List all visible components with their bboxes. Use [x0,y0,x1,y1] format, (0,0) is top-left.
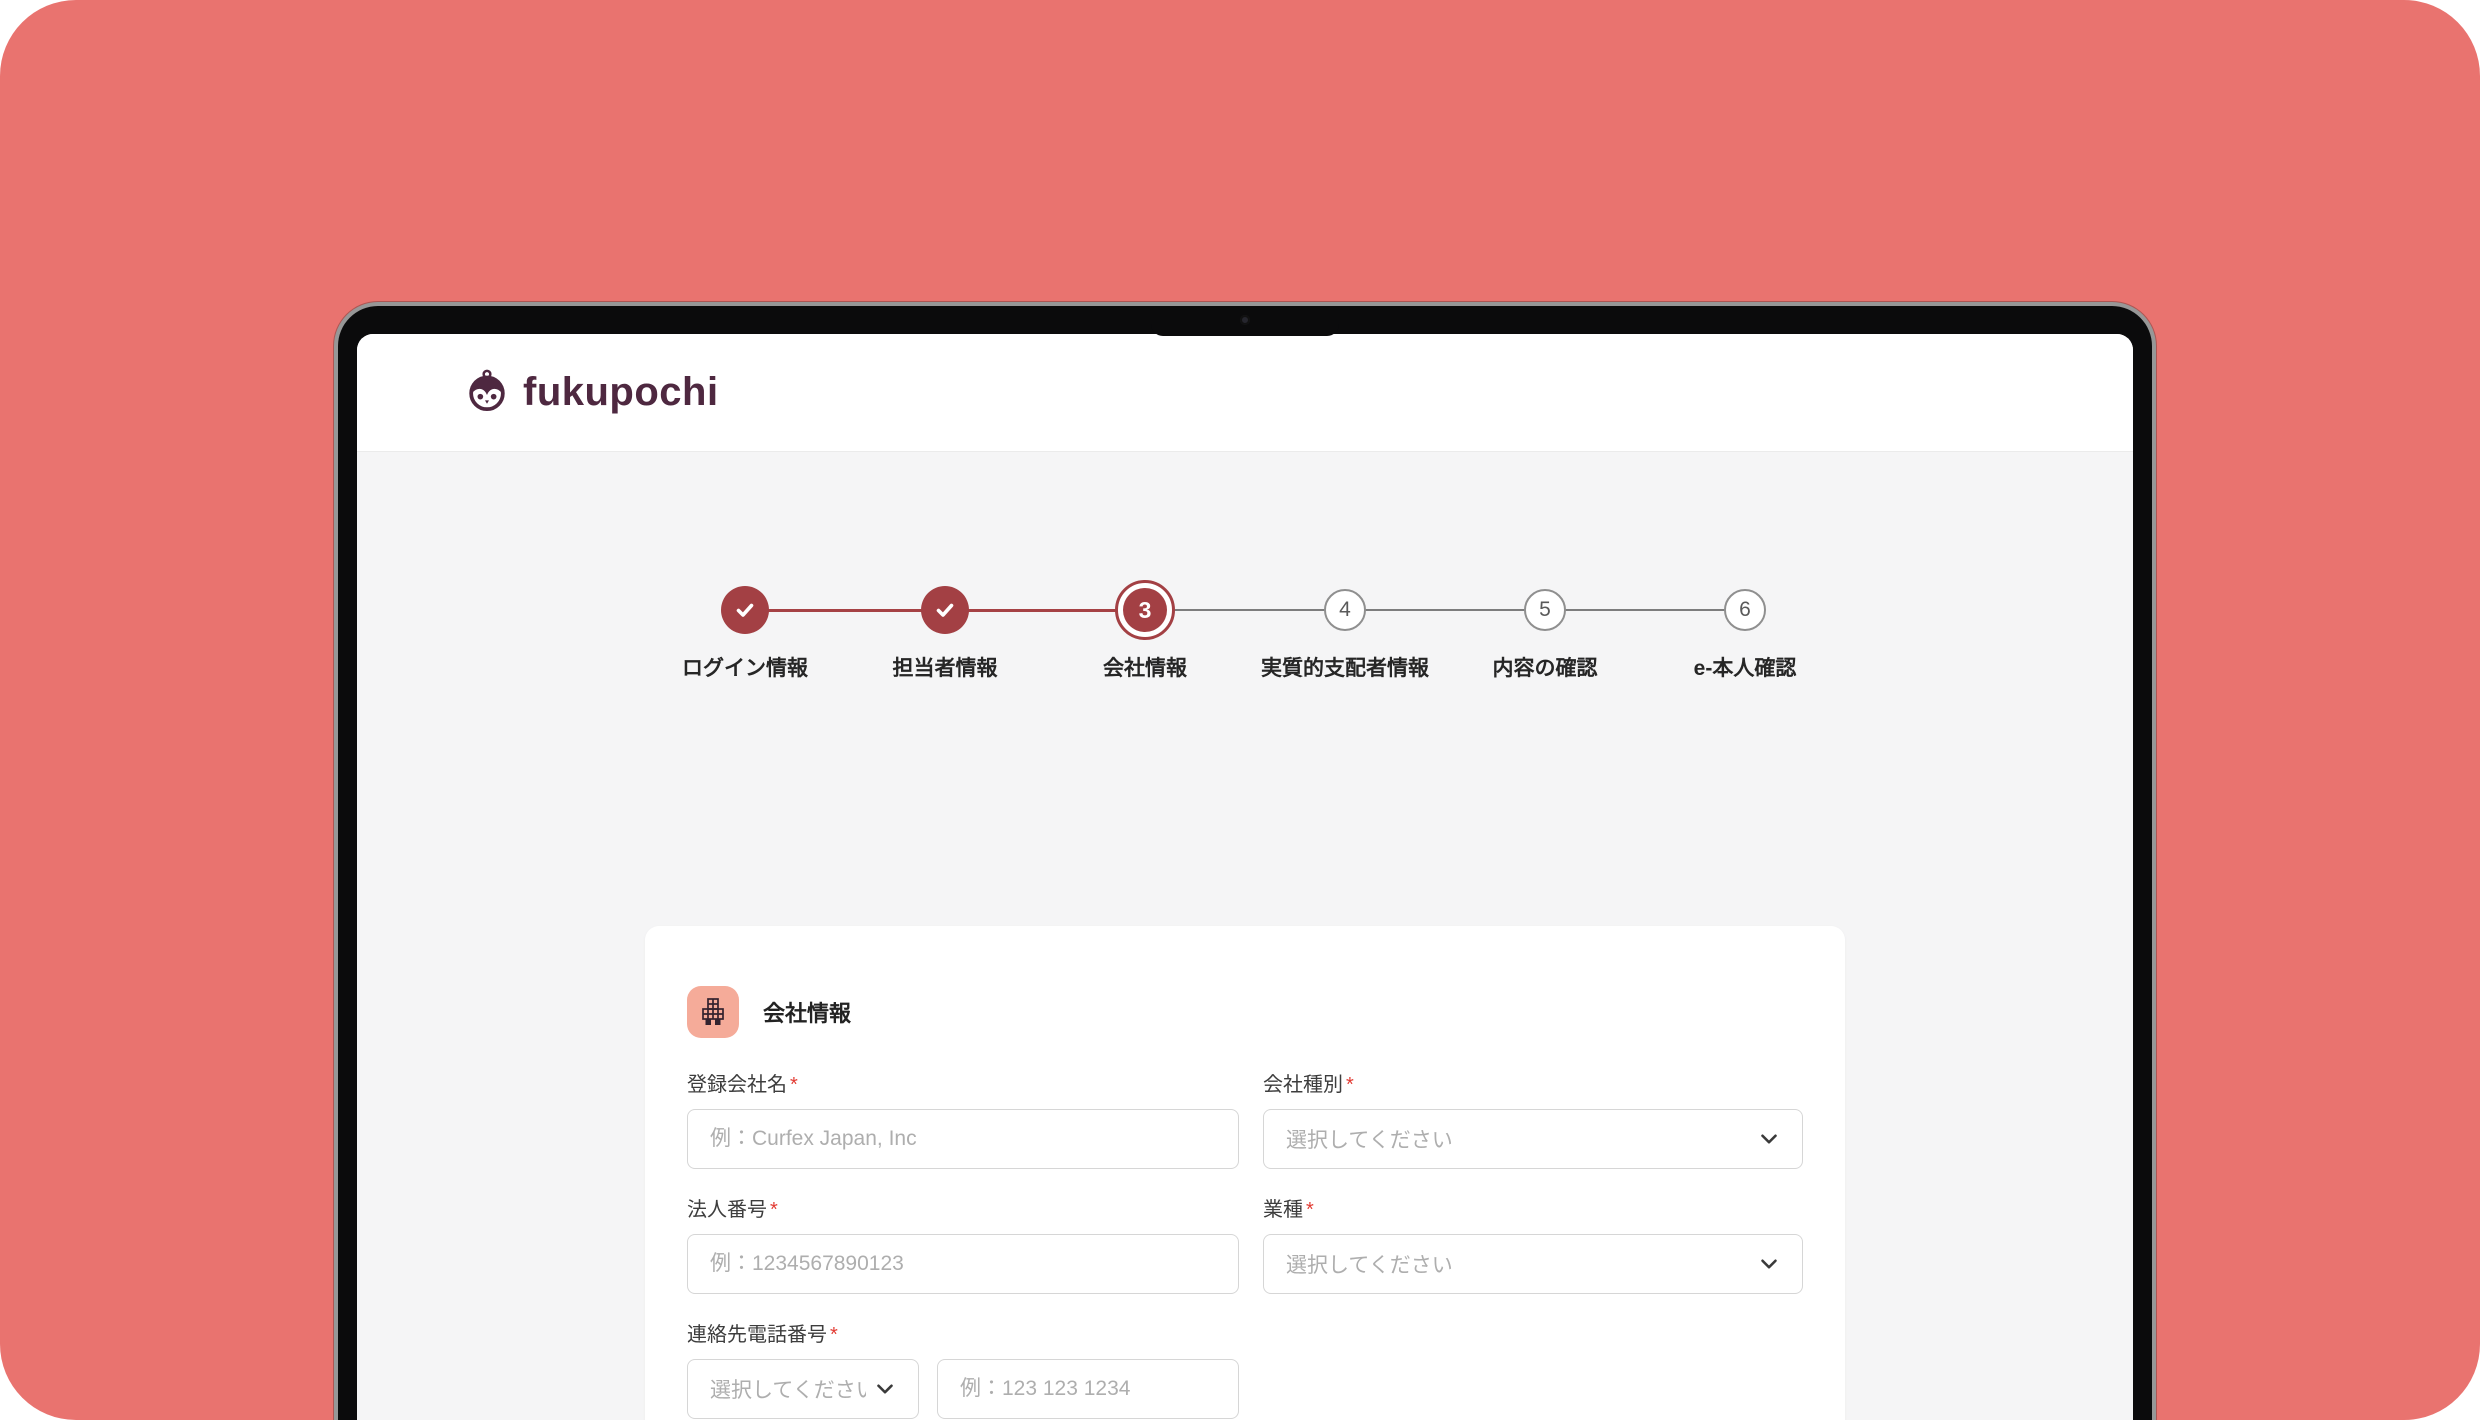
phone-label: 連絡先電話番号* [687,1318,1239,1347]
required-asterisk: * [830,1324,838,1346]
card-header: 会社情報 [687,986,1803,1038]
hero-canvas: fukupochi ログイン情報 [0,0,2480,1420]
laptop-screen: fukupochi ログイン情報 [357,334,2133,1420]
corporate-number-input[interactable] [687,1234,1239,1294]
phone-country-select[interactable]: 選択してください [687,1359,919,1419]
industry-select[interactable]: 選択してください [1263,1234,1803,1294]
corporate-number-label: 法人番号* [687,1193,1239,1222]
step-5-circle[interactable]: 5 [1524,589,1566,631]
step-label: 会社情報 [1103,652,1187,682]
step-label: 担当者情報 [893,652,998,682]
form-grid: 登録会社名* 会社種別* 選択してください 法人番号* [687,1068,1803,1419]
step-beneficial-owner-info: 4 実質的支配者情報 [1245,580,1445,682]
step-login-info: ログイン情報 [645,580,845,682]
phone-number-input[interactable] [937,1359,1239,1419]
required-asterisk: * [1346,1074,1354,1096]
required-asterisk: * [770,1199,778,1221]
laptop-notch [1151,306,1339,336]
step-label: e-本人確認 [1694,652,1797,682]
chevron-down-icon [1756,1251,1782,1277]
step-3-circle[interactable]: 3 [1115,580,1175,640]
check-icon [933,598,957,622]
step-2-circle[interactable] [921,586,969,634]
company-info-card: 会社情報 登録会社名* 会社種別* 選択してください [645,926,1845,1420]
section-title: 会社情報 [763,996,851,1028]
step-label: 実質的支配者情報 [1261,652,1429,682]
step-company-info: 3 会社情報 [1045,580,1245,682]
company-type-label: 会社種別* [1263,1068,1803,1097]
field-company-name: 登録会社名* [687,1068,1239,1169]
company-name-label: 登録会社名* [687,1068,1239,1097]
company-name-input[interactable] [687,1109,1239,1169]
phone-row: 選択してください [687,1359,1239,1419]
building-icon [687,986,739,1038]
step-4-circle[interactable]: 4 [1324,589,1366,631]
app-header: fukupochi [357,334,2133,452]
industry-label: 業種* [1263,1193,1803,1222]
step-label: 内容の確認 [1493,652,1598,682]
logo-wordmark: fukupochi [523,370,719,415]
progress-stepper: ログイン情報 担当者情報 3 会社情報 [645,580,1845,682]
chevron-down-icon [872,1376,898,1402]
webcam-dot [1240,315,1250,325]
field-phone: 連絡先電話番号* 選択してください [687,1318,1239,1419]
owl-icon [467,367,507,418]
field-industry: 業種* 選択してください [1263,1193,1803,1294]
page-body: ログイン情報 担当者情報 3 会社情報 [357,452,2133,1420]
step-content-confirmation: 5 内容の確認 [1445,580,1645,682]
required-asterisk: * [1306,1199,1314,1221]
step-e-identity-verification: 6 e-本人確認 [1645,580,1845,682]
field-company-type: 会社種別* 選択してください [1263,1068,1803,1169]
company-type-select[interactable]: 選択してください [1263,1109,1803,1169]
step-contact-person-info: 担当者情報 [845,580,1045,682]
step-6-circle[interactable]: 6 [1724,589,1766,631]
step-1-circle[interactable] [721,586,769,634]
step-label: ログイン情報 [682,652,808,682]
field-corporate-number: 法人番号* [687,1193,1239,1294]
app-logo[interactable]: fukupochi [467,367,719,418]
check-icon [733,598,757,622]
laptop-mockup: fukupochi ログイン情報 [338,306,2152,1420]
required-asterisk: * [790,1074,798,1096]
chevron-down-icon [1756,1126,1782,1152]
